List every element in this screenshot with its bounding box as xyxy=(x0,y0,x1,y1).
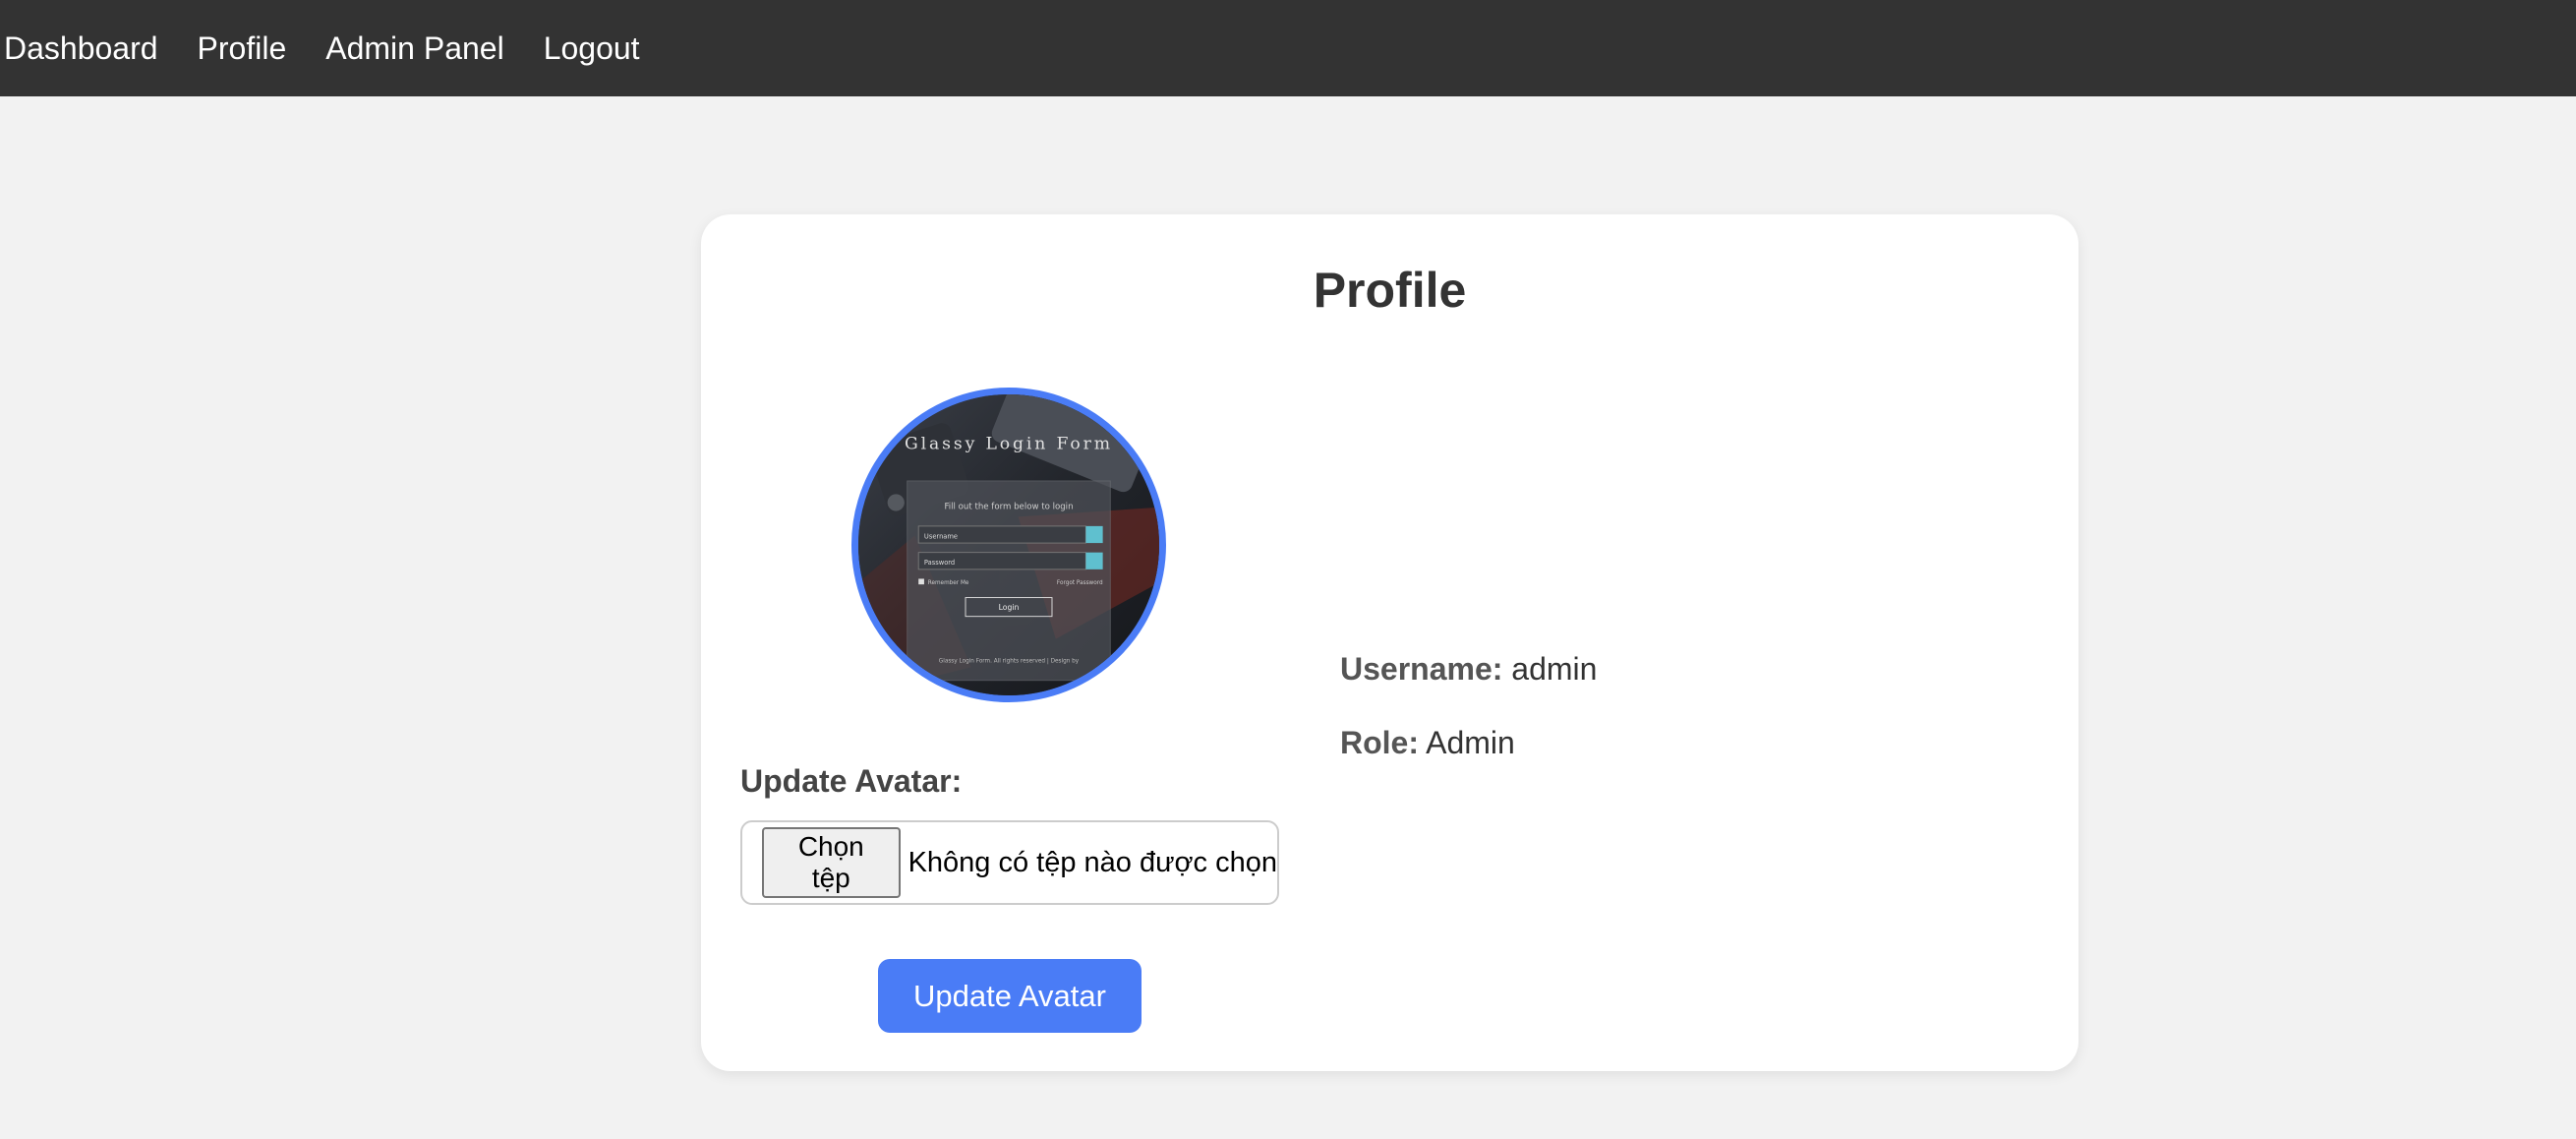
role-value: Admin xyxy=(1426,725,1515,760)
nav-logout-link[interactable]: Logout xyxy=(544,30,640,67)
file-status-text: Không có tệp nào được chọn xyxy=(907,846,1277,878)
avatar-remember-text: Remember Me xyxy=(928,580,969,586)
role-label: Role: xyxy=(1340,725,1419,760)
avatar-heading-text: Glassy Login Form xyxy=(905,434,1113,453)
role-row: Role: Admin xyxy=(1340,725,1515,761)
nav-dashboard-link[interactable]: Dashboard xyxy=(4,30,158,67)
avatar-image: Glassy Login Form Fill out the form belo… xyxy=(858,394,1159,695)
choose-file-button[interactable]: Chọn tệp xyxy=(762,827,901,898)
avatar-subheading-text: Fill out the form below to login xyxy=(944,503,1073,512)
top-navbar: Dashboard Profile Admin Panel Logout xyxy=(0,0,2576,96)
avatar-username-text: Username xyxy=(924,532,958,540)
nav-admin-panel-link[interactable]: Admin Panel xyxy=(325,30,503,67)
avatar-login-text: Login xyxy=(999,603,1020,612)
avatar-password-text: Password xyxy=(924,559,955,567)
nav-profile-link[interactable]: Profile xyxy=(198,30,287,67)
avatar-footer-text: Glassy Login Form. All rights reserved |… xyxy=(939,659,1080,665)
update-avatar-button[interactable]: Update Avatar xyxy=(878,959,1142,1033)
avatar-forgot-text: Forgot Password xyxy=(1057,580,1103,586)
username-value: admin xyxy=(1511,651,1598,687)
update-avatar-label: Update Avatar: xyxy=(740,763,963,799)
page-title: Profile xyxy=(1313,263,1467,318)
avatar-file-input[interactable]: Chọn tệp Không có tệp nào được chọn xyxy=(740,820,1279,905)
profile-card: Profile Glassy Login Form Fill out the f… xyxy=(701,214,2078,1071)
avatar: Glassy Login Form Fill out the form belo… xyxy=(851,388,1166,702)
username-row: Username: admin xyxy=(1340,651,1597,688)
username-label: Username: xyxy=(1340,651,1503,687)
